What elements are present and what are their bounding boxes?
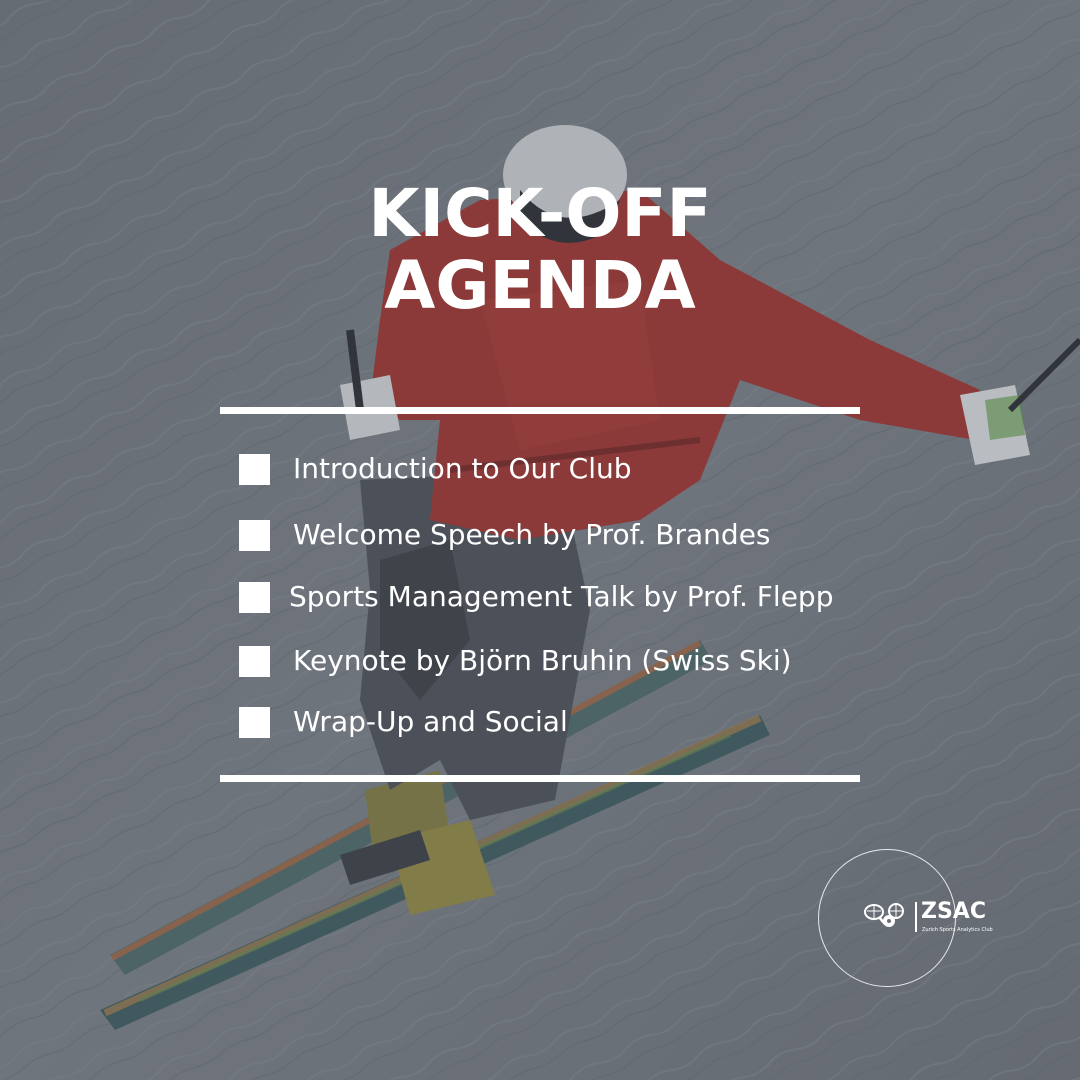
- agenda-item-label: Welcome Speech by Prof. Brandes: [293, 518, 771, 551]
- agenda-item-label: Keynote by Björn Bruhin (Swiss Ski): [293, 644, 792, 677]
- soccer-ball-icon: [883, 915, 895, 927]
- checkbox[interactable]: [239, 646, 270, 677]
- zsac-logo: ZSAC Zurich Sports Analytics Club: [818, 849, 993, 987]
- checkbox[interactable]: [239, 520, 270, 551]
- checkbox[interactable]: [239, 582, 270, 613]
- tennis-racket-icon: [864, 904, 886, 925]
- agenda-item-label: Sports Management Talk by Prof. Flepp: [289, 580, 834, 613]
- logo-subtitle: Zurich Sports Analytics Club: [922, 927, 993, 933]
- sports-icons: [864, 903, 904, 927]
- logo-separator: [915, 902, 917, 932]
- checkbox[interactable]: [239, 454, 270, 485]
- checkbox[interactable]: [239, 707, 270, 738]
- logo-name: ZSAC: [921, 899, 986, 924]
- agenda-item-label: Wrap-Up and Social: [293, 705, 568, 738]
- agenda-item-label: Introduction to Our Club: [293, 452, 632, 485]
